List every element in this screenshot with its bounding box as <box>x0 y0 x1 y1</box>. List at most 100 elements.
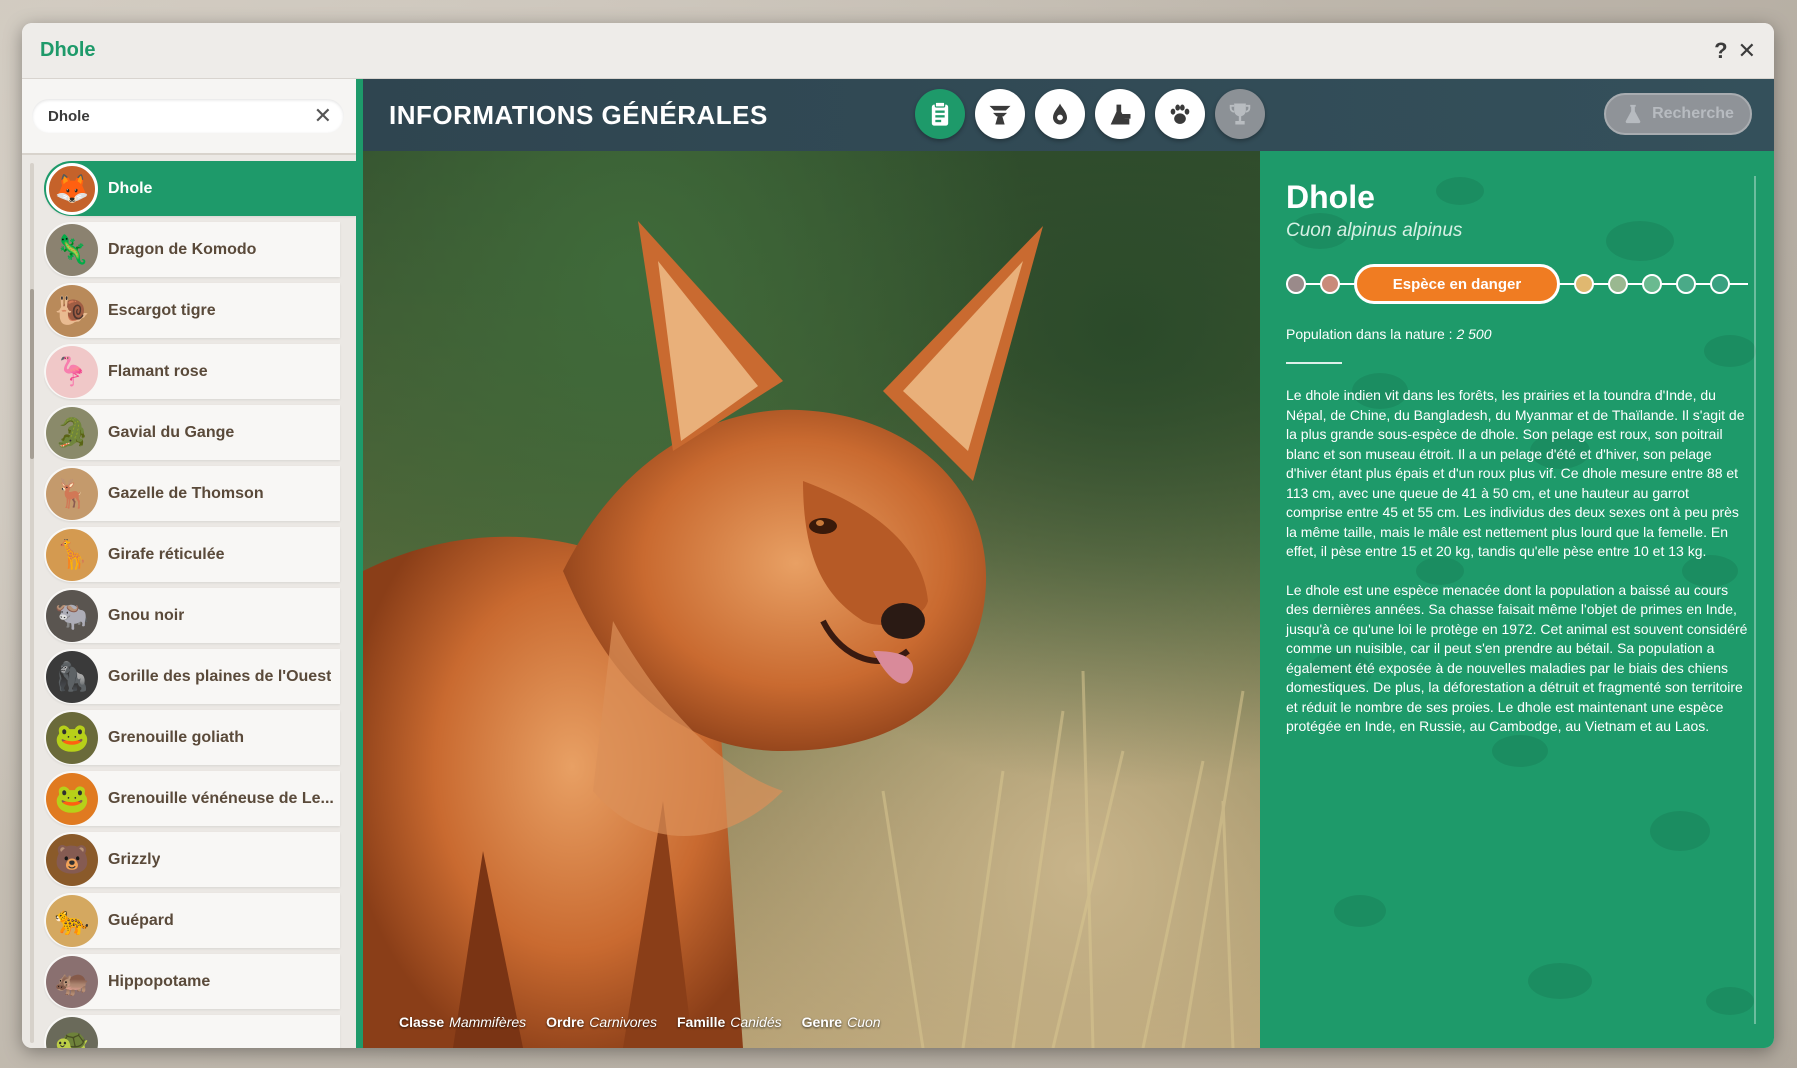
animal-name: Girafe réticulée <box>108 545 225 563</box>
animal-list-item[interactable]: 🦒 Girafe réticulée <box>44 527 340 582</box>
tab-food[interactable] <box>1035 89 1085 139</box>
animal-name: Grenouille vénéneuse de Le... <box>108 789 334 807</box>
animal-name: Guépard <box>108 911 174 929</box>
animal-list-item[interactable]: 🦊 Dhole <box>44 161 356 216</box>
population-value: 2 500 <box>1456 326 1492 342</box>
tab-trophy[interactable] <box>1215 89 1265 139</box>
flask-icon <box>1625 104 1641 124</box>
species-sidebar: ✕ 🦊 Dhole 🦎 Dragon de Komodo 🐌 Escargot tigre… <box>22 79 356 1048</box>
animal-avatar-icon: 🦩 <box>46 345 98 398</box>
close-button[interactable]: ✕ <box>1738 38 1756 64</box>
animal-name: Flamant rose <box>108 362 208 380</box>
status-pill: Espèce en danger <box>1354 264 1560 304</box>
animal-avatar-icon: 🦊 <box>46 162 98 215</box>
animal-avatar-icon: 🦒 <box>46 528 98 581</box>
research-button[interactable]: Recherche <box>1604 93 1752 135</box>
taxonomy-class: Classe Mammifères <box>399 1014 527 1030</box>
animal-avatar-icon: 🐢 <box>46 1016 98 1048</box>
window-controls: ? ✕ <box>1714 38 1756 64</box>
section-header: INFORMATIONS GÉNÉRALES Recherche <box>363 79 1774 151</box>
animal-list-item[interactable]: 🐊 Gavial du Gange <box>44 405 340 460</box>
animal-list-item[interactable]: 🐆 Guépard <box>44 893 340 948</box>
tab-general-info[interactable] <box>915 89 965 139</box>
tab-behaviour[interactable] <box>1155 89 1205 139</box>
animal-name: Grizzly <box>108 850 161 868</box>
separator <box>1286 362 1342 364</box>
info-content: Dhole Cuon alpinus alpinus Espèce en dan… <box>1286 179 1748 737</box>
info-tabs <box>915 89 1265 139</box>
status-dot <box>1710 274 1730 294</box>
status-dot <box>1320 274 1340 294</box>
divider <box>356 79 363 1048</box>
description: Le dhole indien vit dans les forêts, les… <box>1286 386 1748 737</box>
population-label: Population dans la nature : <box>1286 326 1453 342</box>
animal-list-item[interactable]: 🦌 Gazelle de Thomson <box>44 466 340 521</box>
research-label: Recherche <box>1652 105 1734 122</box>
animal-avatar-icon: 🐌 <box>46 284 98 337</box>
animal-name: Escargot tigre <box>108 301 216 319</box>
animal-name: Gazelle de Thomson <box>108 484 264 502</box>
conservation-status: Espèce en danger <box>1286 264 1748 304</box>
animal-name: Hippopotame <box>108 972 211 990</box>
status-dot <box>1676 274 1696 294</box>
population: Population dans la nature : 2 500 <box>1286 326 1748 342</box>
search-input[interactable] <box>48 107 314 125</box>
taxonomy-order: Ordre Carnivores <box>546 1014 657 1030</box>
animal-name: Grenouille goliath <box>108 728 245 746</box>
animal-avatar-icon: 🦍 <box>46 650 98 703</box>
status-dot <box>1574 274 1594 294</box>
animal-list-item[interactable]: 🦩 Flamant rose <box>44 344 340 399</box>
latin-name: Cuon alpinus alpinus <box>1286 220 1463 241</box>
animal-list-item[interactable]: 🐃 Gnou noir <box>44 588 340 643</box>
status-dot <box>1608 274 1628 294</box>
animal-list-item[interactable]: 🐸 Grenouille goliath <box>44 710 340 765</box>
clear-search-icon[interactable]: ✕ <box>314 105 332 127</box>
animal-list-item[interactable]: 🐻 Grizzly <box>44 832 340 887</box>
description-paragraph-1: Le dhole indien vit dans les forêts, les… <box>1286 387 1745 559</box>
animal-name: Dhole <box>108 179 153 197</box>
taxonomy-bar: Classe Mammifères Ordre Carnivores Famille… <box>399 1014 881 1030</box>
species-window: Dhole ? ✕ ✕ 🦊 Dhole 🦎 Dragon de Komodo 🐌 Esca… <box>22 23 1774 1048</box>
animal-list-item[interactable]: 🐌 Escargot tigre <box>44 283 340 338</box>
taxonomy-family: Famille Canidés <box>677 1014 782 1030</box>
animal-avatar-icon: 🦎 <box>46 223 98 276</box>
enrichment-icon <box>1110 104 1131 125</box>
tab-habitat[interactable] <box>975 89 1025 139</box>
animal-name: Dragon de Komodo <box>108 240 257 258</box>
window-title: Dhole <box>40 39 96 61</box>
animal-photo: Classe Mammifères Ordre Carnivores Famille… <box>363 151 1260 1048</box>
animal-name: Gorille des plaines de l'Ouest <box>108 667 332 685</box>
animal-avatar-icon: 🐸 <box>46 711 98 764</box>
species-name: Dhole <box>1286 179 1375 215</box>
species-info-panel: Dhole Cuon alpinus alpinus Espèce en dan… <box>1260 151 1774 1048</box>
animal-list-item[interactable]: 🦍 Gorille des plaines de l'Ouest <box>44 649 340 704</box>
taxonomy-genus: Genre Cuon <box>801 1014 881 1030</box>
paw-icon <box>1170 104 1190 124</box>
animal-avatar-icon: 🐸 <box>46 772 98 825</box>
animal-name: Gavial du Gange <box>108 423 235 441</box>
tab-enrichment[interactable] <box>1095 89 1145 139</box>
animal-avatar-icon: 🐃 <box>46 589 98 642</box>
animal-list: 🦊 Dhole 🦎 Dragon de Komodo 🐌 Escargot tigre 🦩 F… <box>44 161 356 1048</box>
search-box[interactable]: ✕ <box>32 99 344 133</box>
animal-avatar-icon: 🦌 <box>46 467 98 520</box>
info-scrollbar[interactable] <box>1754 176 1756 1024</box>
description-paragraph-2: Le dhole est une espèce menacée dont la … <box>1286 581 1748 735</box>
section-title: INFORMATIONS GÉNÉRALES <box>389 99 768 130</box>
help-button[interactable]: ? <box>1714 38 1727 64</box>
animal-avatar-icon: 🐆 <box>46 894 98 947</box>
dhole-illustration <box>363 221 1245 1048</box>
list-scrollbar-thumb[interactable] <box>30 289 34 459</box>
animal-avatar-icon: 🦛 <box>46 955 98 1008</box>
title-bar: Dhole ? ✕ <box>22 23 1774 79</box>
animal-list-item[interactable]: 🦛 Hippopotame <box>44 954 340 1009</box>
trophy-icon <box>1229 103 1251 125</box>
food-icon <box>1053 103 1067 125</box>
animal-list-item[interactable]: 🐸 Grenouille vénéneuse de Le... <box>44 771 340 826</box>
habitat-icon <box>989 105 1011 125</box>
search-area: ✕ <box>22 79 356 155</box>
clipboard-icon <box>931 101 949 126</box>
animal-list-item[interactable]: 🦎 Dragon de Komodo <box>44 222 340 277</box>
animal-avatar-icon: 🐊 <box>46 406 98 459</box>
animal-list-item[interactable]: 🐢 <box>44 1015 340 1048</box>
